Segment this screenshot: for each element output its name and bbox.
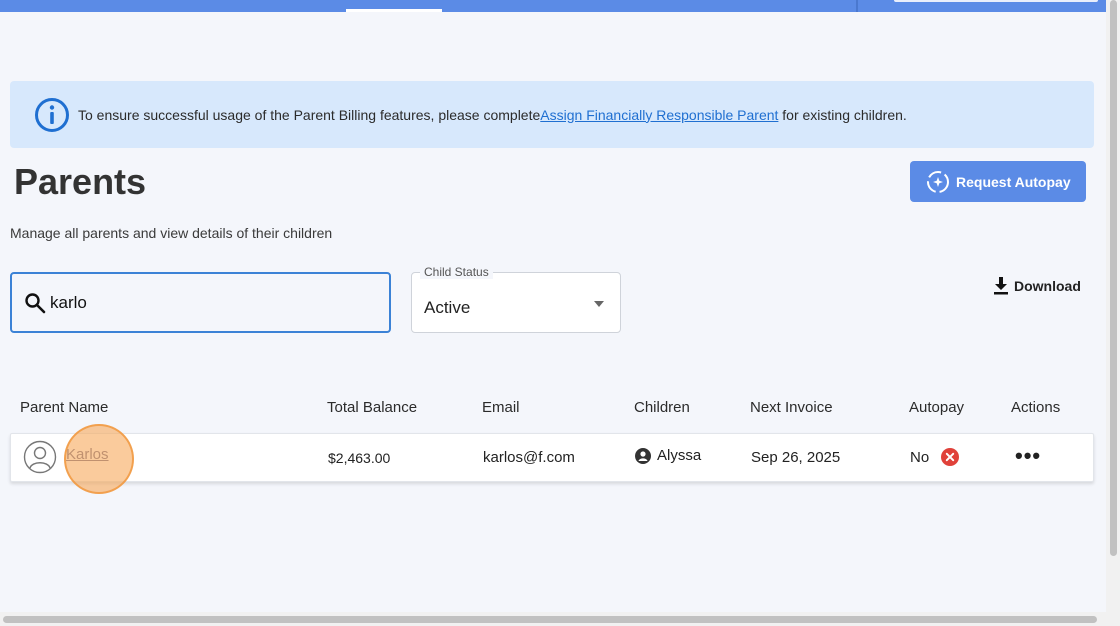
download-label: Download (1014, 278, 1081, 294)
info-icon (35, 97, 69, 132)
download-icon (994, 277, 1008, 295)
vertical-scrollbar[interactable] (1106, 0, 1120, 612)
column-header-email[interactable]: Email (482, 399, 520, 416)
column-header-children[interactable]: Children (634, 399, 690, 416)
search-icon (25, 292, 46, 313)
column-header-actions: Actions (1011, 399, 1061, 416)
column-header-parent-name[interactable]: Parent Name (20, 399, 108, 416)
request-autopay-label: Request Autopay (956, 173, 1071, 190)
vertical-scrollbar-thumb[interactable] (1110, 0, 1117, 556)
nav-divider (856, 0, 858, 12)
child-status-legend: Child Status (420, 265, 493, 279)
global-search-field[interactable] (894, 0, 1098, 2)
chevron-down-icon (594, 301, 604, 307)
autopay-cycle-icon (927, 170, 949, 193)
active-tab-indicator (346, 9, 442, 12)
search-field[interactable] (10, 272, 391, 333)
search-input[interactable] (50, 292, 370, 313)
assign-responsible-parent-link[interactable]: Assign Financially Responsible Parent (540, 107, 778, 123)
page-title: Parents (14, 161, 147, 202)
column-header-next-invoice[interactable]: Next Invoice (750, 399, 833, 416)
total-balance-cell: $2,463.00 (328, 450, 391, 466)
child-status-select[interactable]: Child Status Active (411, 265, 621, 333)
autopay-status-text: No (910, 448, 930, 466)
banner-text-after: for existing children. (778, 106, 907, 123)
email-cell: karlos@f.com (483, 449, 575, 466)
x-circle-icon (941, 448, 960, 466)
download-button[interactable]: Download (992, 275, 1081, 297)
parent-name-link[interactable]: Karlos (66, 446, 109, 463)
child-account-icon (635, 447, 651, 464)
top-nav-bar (0, 0, 1106, 12)
table-header: Parent Name Total Balance Email Children… (10, 396, 1094, 420)
next-invoice-cell: Sep 26, 2025 (751, 449, 841, 466)
banner-text: To ensure successful usage of the Parent… (78, 107, 907, 123)
autopay-status-cell: No (910, 448, 960, 466)
user-avatar-icon (23, 440, 57, 474)
column-header-autopay[interactable]: Autopay (909, 399, 964, 416)
child-name[interactable]: Alyssa (657, 447, 701, 464)
horizontal-scrollbar[interactable] (0, 612, 1120, 626)
table-row[interactable]: Karlos $2,463.00 karlos@f.com Alyssa Sep… (10, 433, 1094, 482)
banner-text-before: To ensure successful usage of the Parent… (78, 106, 541, 123)
info-banner: To ensure successful usage of the Parent… (10, 81, 1094, 148)
request-autopay-button[interactable]: Request Autopay (910, 161, 1086, 202)
page-subtitle: Manage all parents and view details of t… (10, 225, 333, 241)
child-status-value: Active (424, 298, 471, 317)
children-cell[interactable]: Alyssa (635, 447, 701, 464)
row-actions-menu-button[interactable]: ••• (1015, 443, 1041, 469)
horizontal-scrollbar-thumb[interactable] (3, 616, 1097, 623)
column-header-total-balance[interactable]: Total Balance (327, 399, 417, 416)
